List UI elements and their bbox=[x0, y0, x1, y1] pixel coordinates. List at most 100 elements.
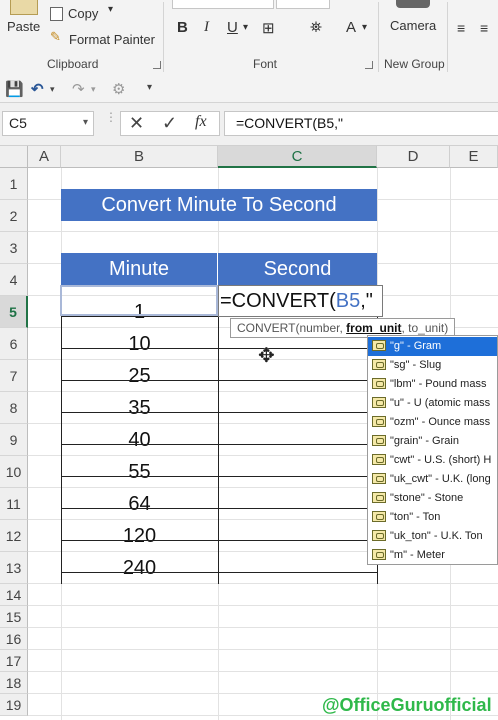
minute-cell[interactable]: 240 bbox=[61, 552, 218, 584]
autocomplete-item-label: "sg" - Slug bbox=[390, 359, 442, 371]
cancel-icon[interactable]: ✕ bbox=[129, 113, 144, 134]
unit-constant-icon bbox=[372, 549, 386, 560]
row-header[interactable]: 1 bbox=[0, 168, 28, 200]
autocomplete-item[interactable]: "grain" - Grain bbox=[368, 432, 497, 451]
new-group-label: New Group bbox=[384, 57, 445, 71]
row-header[interactable]: 3 bbox=[0, 232, 28, 264]
row-header[interactable]: 12 bbox=[0, 520, 28, 552]
column-header-e[interactable]: E bbox=[450, 146, 498, 168]
customize-icon[interactable]: ⚙ bbox=[112, 80, 125, 98]
autocomplete-item[interactable]: "m" - Meter bbox=[368, 546, 497, 564]
row-gridline bbox=[28, 231, 498, 232]
row-header[interactable]: 15 bbox=[0, 606, 28, 628]
redo-dropdown-icon[interactable]: ▾ bbox=[91, 84, 96, 95]
edit-prefix: =CONVERT( bbox=[220, 290, 336, 312]
column-header-d[interactable]: D bbox=[377, 146, 450, 168]
autocomplete-item[interactable]: "sg" - Slug bbox=[368, 356, 497, 375]
row-header[interactable]: 11 bbox=[0, 488, 28, 520]
table-border-line bbox=[61, 380, 378, 381]
table-border-line bbox=[61, 476, 378, 477]
row-header[interactable]: 4 bbox=[0, 264, 28, 296]
align-left-icon[interactable]: ≡ bbox=[457, 20, 465, 36]
paste-icon[interactable] bbox=[10, 0, 38, 15]
row-header[interactable]: 5 bbox=[0, 296, 28, 328]
camera-icon[interactable] bbox=[396, 0, 430, 8]
select-all-corner[interactable] bbox=[0, 146, 28, 168]
copy-button[interactable]: Copy bbox=[68, 6, 98, 21]
row-header[interactable]: 8 bbox=[0, 392, 28, 424]
autocomplete-item-label: "u" - U (atomic mass bbox=[390, 397, 491, 409]
clipboard-launcher-icon[interactable] bbox=[153, 61, 161, 69]
minute-cell[interactable]: 25 bbox=[61, 360, 218, 392]
formula-input[interactable]: =CONVERT(B5," bbox=[224, 111, 498, 136]
align-center-icon[interactable]: ≡ bbox=[480, 20, 488, 36]
autocomplete-item[interactable]: "uk_cwt" - U.K. (long bbox=[368, 470, 497, 489]
save-icon[interactable]: 💾 bbox=[5, 80, 24, 98]
column-header-a[interactable]: A bbox=[28, 146, 61, 168]
enter-icon[interactable]: ✓ bbox=[162, 113, 177, 134]
underline-dropdown-icon[interactable]: ▾ bbox=[243, 22, 248, 33]
minute-cell[interactable]: 35 bbox=[61, 392, 218, 424]
redo-icon[interactable]: ↷ bbox=[72, 80, 85, 98]
row-header[interactable]: 19 bbox=[0, 694, 28, 716]
row-header[interactable]: 16 bbox=[0, 628, 28, 650]
autocomplete-item[interactable]: "uk_ton" - U.K. Ton bbox=[368, 527, 497, 546]
autocomplete-item[interactable]: "lbm" - Pound mass bbox=[368, 375, 497, 394]
font-launcher-icon[interactable] bbox=[365, 61, 373, 69]
autocomplete-item[interactable]: "stone" - Stone bbox=[368, 489, 497, 508]
ribbon-separator bbox=[378, 2, 379, 72]
table-border-line bbox=[61, 444, 378, 445]
undo-dropdown-icon[interactable]: ▾ bbox=[50, 84, 55, 95]
row-header[interactable]: 10 bbox=[0, 456, 28, 488]
table-border-line bbox=[61, 572, 378, 573]
italic-button[interactable]: I bbox=[204, 19, 209, 36]
autocomplete-item[interactable]: "ozm" - Ounce mass bbox=[368, 413, 497, 432]
row-header[interactable]: 6 bbox=[0, 328, 28, 360]
header-second-cell[interactable]: Second bbox=[218, 253, 377, 285]
undo-icon[interactable]: ↶ bbox=[31, 80, 44, 98]
fill-color-icon[interactable]: ⛯ bbox=[310, 19, 322, 36]
title-cell[interactable]: Convert Minute To Second bbox=[61, 189, 377, 221]
font-size-box[interactable] bbox=[276, 0, 330, 9]
column-header-c[interactable]: C bbox=[218, 146, 377, 168]
row-header[interactable]: 13 bbox=[0, 552, 28, 584]
autocomplete-item[interactable]: "cwt" - U.S. (short) H bbox=[368, 451, 497, 470]
row-header[interactable]: 2 bbox=[0, 200, 28, 232]
row-header[interactable]: 17 bbox=[0, 650, 28, 672]
font-color-dropdown-icon[interactable]: ▾ bbox=[362, 22, 367, 33]
row-gridline bbox=[28, 671, 498, 672]
paste-button[interactable]: Paste bbox=[7, 19, 40, 34]
font-color-button[interactable]: A bbox=[346, 19, 356, 36]
font-name-box[interactable] bbox=[172, 0, 274, 9]
column-header-b[interactable]: B bbox=[61, 146, 218, 168]
unit-constant-icon bbox=[372, 359, 386, 370]
row-header[interactable]: 18 bbox=[0, 672, 28, 694]
borders-icon[interactable]: ⊞ bbox=[262, 19, 275, 37]
minute-cell[interactable]: 64 bbox=[61, 488, 218, 520]
row-header[interactable]: 9 bbox=[0, 424, 28, 456]
minute-cell[interactable]: 120 bbox=[61, 520, 218, 552]
autocomplete-item-label: "g" - Gram bbox=[390, 340, 442, 352]
active-cell-editor[interactable]: =CONVERT(B5," bbox=[218, 285, 383, 317]
name-box-dropdown-icon[interactable]: ▾ bbox=[83, 117, 88, 128]
autocomplete-item[interactable]: "ton" - Ton bbox=[368, 508, 497, 527]
camera-button[interactable]: Camera bbox=[390, 18, 436, 33]
unit-constant-icon bbox=[372, 473, 386, 484]
name-box[interactable]: C5 ▾ bbox=[2, 111, 94, 136]
format-painter-icon: ✎ bbox=[50, 29, 61, 44]
copy-dropdown-icon[interactable]: ▾ bbox=[108, 4, 113, 15]
qat-dropdown-icon[interactable]: ▾ bbox=[147, 82, 152, 93]
format-painter-button[interactable]: Format Painter bbox=[69, 32, 155, 47]
header-minute-cell[interactable]: Minute bbox=[61, 253, 218, 285]
minute-cell[interactable]: 10 bbox=[61, 328, 218, 360]
autocomplete-list[interactable]: "g" - Gram "sg" - Slug "lbm" - Pound mass "… bbox=[367, 335, 498, 565]
row-header[interactable]: 14 bbox=[0, 584, 28, 606]
autocomplete-item[interactable]: "g" - Gram bbox=[368, 337, 497, 356]
autocomplete-item[interactable]: "u" - U (atomic mass bbox=[368, 394, 497, 413]
bold-button[interactable]: B bbox=[177, 19, 188, 36]
minute-cell[interactable]: 55 bbox=[61, 456, 218, 488]
insert-function-button[interactable]: fx bbox=[195, 113, 207, 131]
minute-cell[interactable]: 40 bbox=[61, 424, 218, 456]
underline-button[interactable]: U bbox=[227, 19, 238, 36]
row-header[interactable]: 7 bbox=[0, 360, 28, 392]
